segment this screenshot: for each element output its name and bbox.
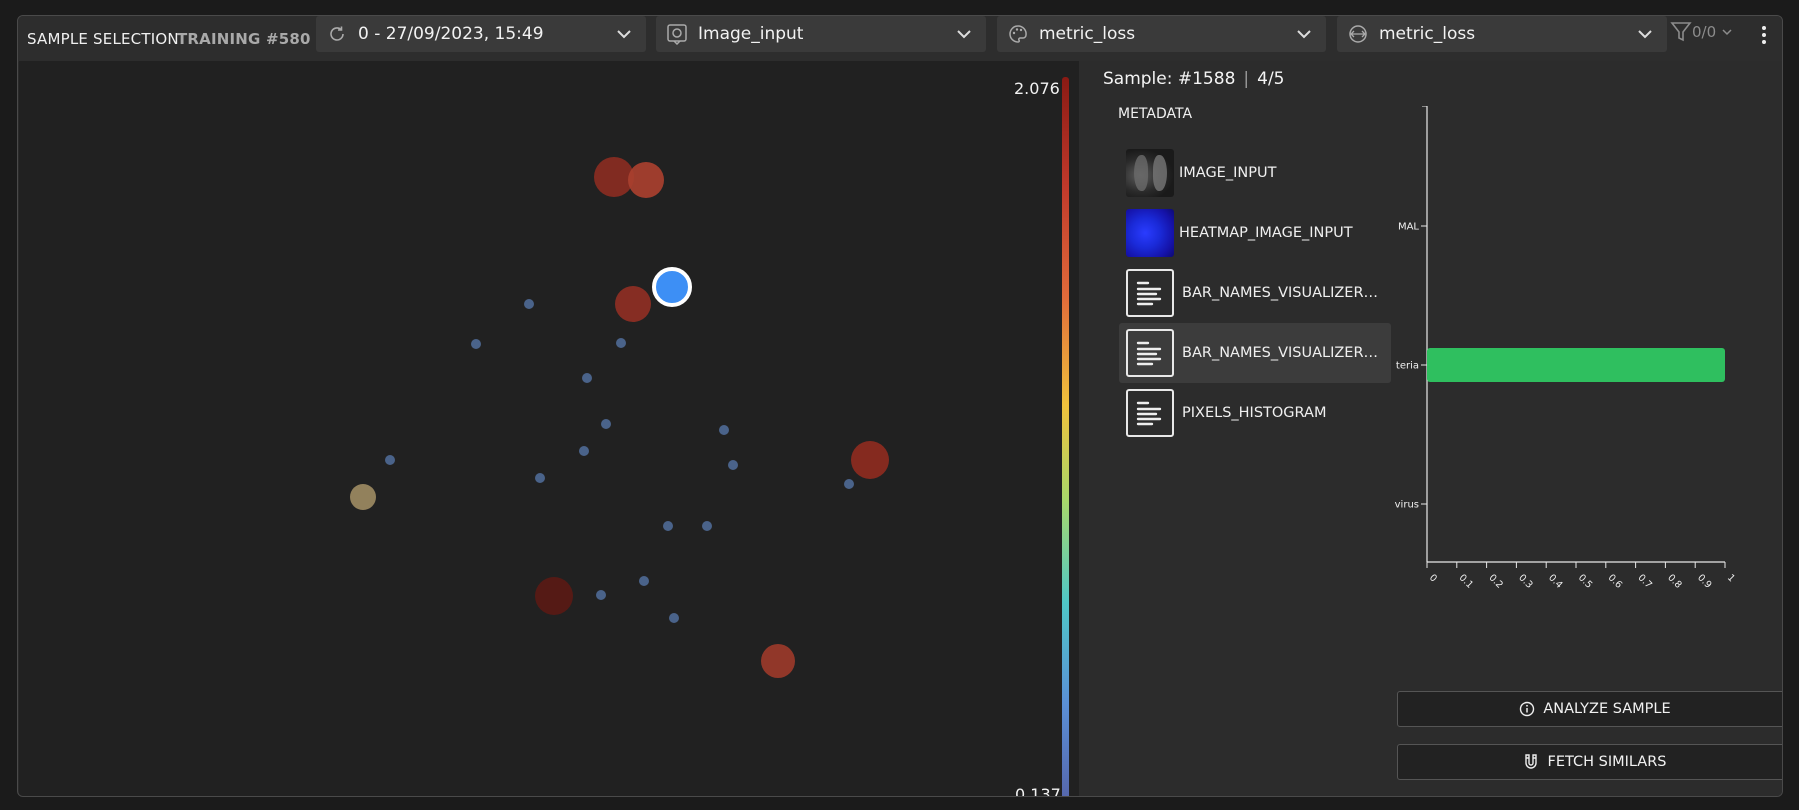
visualizer-item-pixels-histogram[interactable]: PIXELS_HISTOGRAM [1119, 383, 1391, 443]
bar-teria [1427, 348, 1725, 382]
checkpoint-dropdown[interactable]: 0 - 27/09/2023, 15:49 [316, 16, 646, 52]
training-label: TRAINING #580 [177, 30, 311, 48]
scatter-point[interactable] [761, 644, 795, 678]
image-input-icon [666, 23, 688, 45]
visualizer-label: BAR_NAMES_VISUALIZER_GT [1182, 345, 1382, 361]
analyze-label: ANALYZE SAMPLE [1543, 701, 1671, 717]
selected-point[interactable] [652, 267, 692, 307]
info-icon [1520, 701, 1535, 717]
y-tick-label: virus [1395, 500, 1419, 511]
size-icon [1347, 23, 1369, 45]
chevron-down-icon [957, 30, 971, 39]
bar-chart: MAL teria virus 0 0.1 0.2 0.3 0.4 0.5 0.6 0.7 0.8 0.… [1395, 106, 1737, 591]
analyze-sample-button[interactable]: ANALYZE SAMPLE [1397, 691, 1782, 727]
scatter-point[interactable] [471, 339, 481, 349]
scatter-point[interactable] [524, 299, 534, 309]
visualizer-item-heatmap[interactable]: HEATMAP_IMAGE_INPUT [1119, 203, 1391, 263]
scatter-point[interactable] [615, 286, 651, 322]
x-tick-label: 0.3 [1516, 572, 1534, 590]
xray-thumbnail [1126, 149, 1174, 197]
color-metric-dropdown[interactable]: metric_loss [997, 16, 1326, 52]
scatter-point[interactable] [844, 479, 854, 489]
size-metric-value: metric_loss [1379, 24, 1476, 44]
visualizer-item-bar-names-pred[interactable]: BAR_NAMES_VISUALIZER_P... [1119, 263, 1391, 323]
y-tick-label: teria [1396, 361, 1419, 372]
sample-panel: Sample: #1588 | 4/5 METADATA IMAGE_INPUT… [1079, 61, 1782, 796]
visualizer-label: HEATMAP_IMAGE_INPUT [1179, 225, 1353, 241]
scatter-point[interactable] [719, 425, 729, 435]
visualizer-item-image-input[interactable]: IMAGE_INPUT [1119, 143, 1391, 203]
scatter-point[interactable] [616, 338, 626, 348]
separator: | [1243, 69, 1250, 89]
color-metric-value: metric_loss [1039, 24, 1136, 44]
chevron-down-icon [1722, 29, 1732, 36]
text-lines-icon [1126, 389, 1174, 437]
refresh-icon [326, 23, 348, 45]
page-title: SAMPLE SELECTION [27, 30, 179, 48]
x-tick-label: 0.7 [1635, 572, 1653, 590]
chevron-down-icon [617, 30, 631, 39]
x-tick-label: 0.1 [1457, 572, 1475, 590]
metadata-title: METADATA [1118, 106, 1193, 122]
text-lines-icon [1126, 269, 1174, 317]
app-frame: SAMPLE SELECTION TRAINING #580 0 - 27/09… [17, 15, 1783, 797]
visualizer-label: BAR_NAMES_VISUALIZER_P... [1182, 285, 1382, 301]
scatter-point[interactable] [851, 441, 889, 479]
scatter-point[interactable] [669, 613, 679, 623]
x-tick-label: 0.8 [1665, 572, 1683, 590]
sample-id: Sample: #1588 [1103, 69, 1236, 89]
scatter-point[interactable] [385, 455, 395, 465]
x-tick-label: 0.4 [1546, 572, 1564, 590]
fetch-similars-button[interactable]: FETCH SIMILARS [1397, 744, 1782, 780]
input-dropdown[interactable]: Image_input [656, 16, 986, 52]
filter-icon [1670, 22, 1692, 42]
scatter-point[interactable] [594, 157, 634, 197]
colorbar-min: 0.137 [1015, 785, 1061, 797]
text-lines-icon [1126, 329, 1174, 377]
palette-icon [1007, 23, 1029, 45]
scatter-point[interactable] [702, 521, 712, 531]
x-tick-label: 0.2 [1486, 572, 1504, 590]
fetch-label: FETCH SIMILARS [1547, 754, 1667, 770]
scatter-canvas[interactable] [19, 61, 1079, 796]
x-tick-label: 0 [1427, 572, 1439, 584]
input-value: Image_input [698, 24, 804, 44]
scatter-point[interactable] [350, 484, 376, 510]
colorbar-max: 2.076 [1014, 79, 1060, 98]
toolbar: SAMPLE SELECTION TRAINING #580 0 - 27/09… [18, 16, 1782, 62]
visualizer-label: IMAGE_INPUT [1179, 165, 1277, 181]
magnet-icon [1525, 754, 1538, 769]
x-tick-label: 0.9 [1695, 572, 1713, 590]
size-metric-dropdown[interactable]: metric_loss [1337, 16, 1667, 52]
x-tick-label: 0.6 [1606, 572, 1624, 590]
scatter-point[interactable] [628, 162, 664, 198]
sample-header: Sample: #1588 | 4/5 [1103, 69, 1284, 89]
heatmap-thumbnail [1126, 209, 1174, 257]
scatter-point[interactable] [663, 521, 673, 531]
x-tick-label: 1 [1725, 572, 1737, 584]
visualizer-label: PIXELS_HISTOGRAM [1182, 405, 1327, 421]
scatter-point[interactable] [535, 473, 545, 483]
filter-button[interactable]: 0/0 [1670, 20, 1734, 44]
y-tick-label: MAL [1398, 222, 1419, 233]
scatter-plot[interactable]: 2.076 0.137 [19, 61, 1079, 796]
chevron-down-icon [1638, 30, 1652, 39]
checkpoint-value: 0 - 27/09/2023, 15:49 [358, 24, 544, 44]
filter-count: 0/0 [1692, 23, 1717, 41]
scatter-point[interactable] [601, 419, 611, 429]
scatter-point[interactable] [728, 460, 738, 470]
scatter-point[interactable] [596, 590, 606, 600]
colorbar [1062, 77, 1069, 796]
sample-position: 4/5 [1257, 69, 1285, 89]
visualizer-list: IMAGE_INPUT HEATMAP_IMAGE_INPUT BAR_NAME… [1119, 143, 1391, 443]
visualizer-item-bar-names-gt[interactable]: BAR_NAMES_VISUALIZER_GT [1119, 323, 1391, 383]
more-options-icon[interactable] [1755, 23, 1773, 47]
x-tick-label: 0.5 [1576, 572, 1594, 590]
chevron-down-icon [1297, 30, 1311, 39]
scatter-point[interactable] [535, 577, 573, 615]
scatter-point[interactable] [639, 576, 649, 586]
scatter-point[interactable] [582, 373, 592, 383]
scatter-point[interactable] [579, 446, 589, 456]
